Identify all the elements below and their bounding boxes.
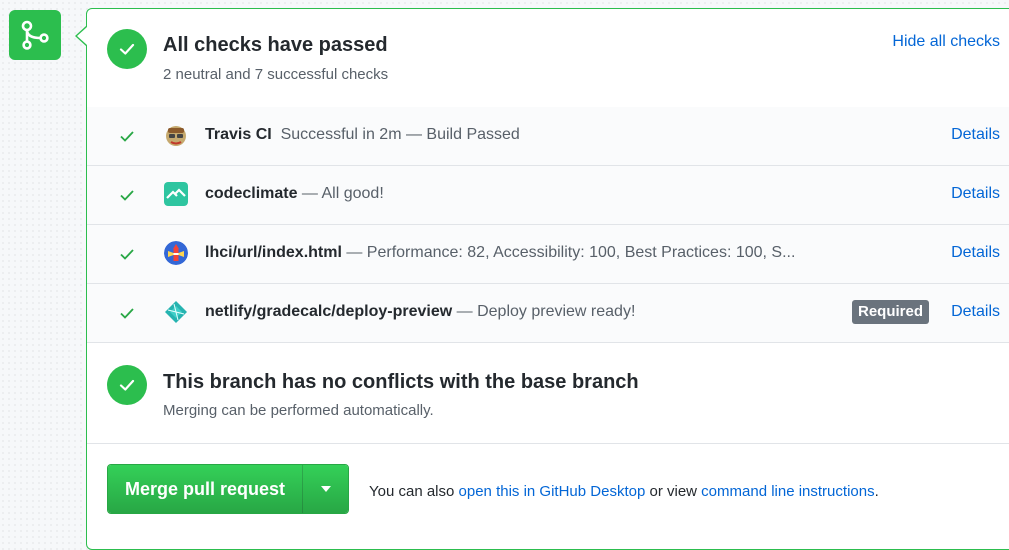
codeclimate-icon [164,182,188,206]
check-icon [120,308,134,319]
conflicts-title: This branch has no conflicts with the ba… [163,371,639,393]
check-separator: — [341,244,367,261]
open-github-desktop-link[interactable]: open this in GitHub Desktop [459,483,646,500]
panel-pointer-inner [77,27,87,45]
check-circle-icon [107,29,147,69]
merge-alternatives-text: You can also open this in GitHub Desktop… [369,483,879,500]
merge-button-group: Merge pull request [107,464,350,514]
checks-summary: All checks have passed 2 neutral and 7 s… [87,9,1009,108]
merge-options-dropdown[interactable] [302,465,349,513]
check-separator: — [297,185,322,202]
merge-panel: All checks have passed 2 neutral and 7 s… [86,8,1009,550]
caret-down-icon [320,486,331,492]
check-row-netlify: netlify/gradecalc/deploy-preview — Deplo… [87,284,1009,343]
check-name: Travis CI [205,126,272,143]
details-link[interactable]: Details [951,303,1000,321]
check-name: netlify/gradecalc/deploy-preview [205,303,453,320]
checks-subtitle: 2 neutral and 7 successful checks [163,66,389,83]
details-link[interactable]: Details [951,185,1000,203]
lighthouse-icon [164,241,188,265]
required-badge: Required [852,300,930,324]
check-row-codeclimate: codeclimate — All good! Details [87,166,1009,225]
also-prefix: You can also [369,483,459,500]
check-separator: — [452,303,478,320]
check-text: Travis CI Successful in 2m — Build Passe… [205,126,520,144]
check-description: All good! [321,185,384,202]
merge-pull-request-button[interactable]: Merge pull request [108,465,303,513]
check-icon [120,190,134,201]
netlify-icon [164,300,188,324]
check-icon [120,131,134,142]
also-middle: or view [645,483,702,500]
check-name: lhci/url/index.html [205,244,342,261]
check-row-travis: Travis CI Successful in 2m — Build Passe… [87,107,1009,166]
checks-title: All checks have passed [163,34,388,56]
command-line-instructions-link[interactable]: command line instructions [701,483,874,500]
travis-ci-icon [164,123,188,147]
check-circle-icon [107,365,147,405]
also-suffix: . [874,483,879,500]
git-merge-icon [21,20,49,50]
check-text: netlify/gradecalc/deploy-preview — Deplo… [205,303,635,321]
details-link[interactable]: Details [951,126,1000,144]
conflicts-subtitle: Merging can be performed automatically. [163,402,434,419]
check-text: codeclimate — All good! [205,185,384,203]
merge-status-icon-box [9,10,61,60]
hide-all-checks-link[interactable]: Hide all checks [892,33,1000,51]
check-separator [272,126,281,143]
check-row-lhci: lhci/url/index.html — Performance: 82, A… [87,225,1009,284]
check-text: lhci/url/index.html — Performance: 82, A… [205,244,795,262]
conflicts-section: This branch has no conflicts with the ba… [87,343,1009,444]
check-name: codeclimate [205,185,298,202]
check-description: Performance: 82, Accessibility: 100, Bes… [366,244,796,261]
check-description: Deploy preview ready! [477,303,636,320]
check-description: Successful in 2m — Build Passed [280,126,520,143]
details-link[interactable]: Details [951,244,1000,262]
check-icon [120,249,134,260]
